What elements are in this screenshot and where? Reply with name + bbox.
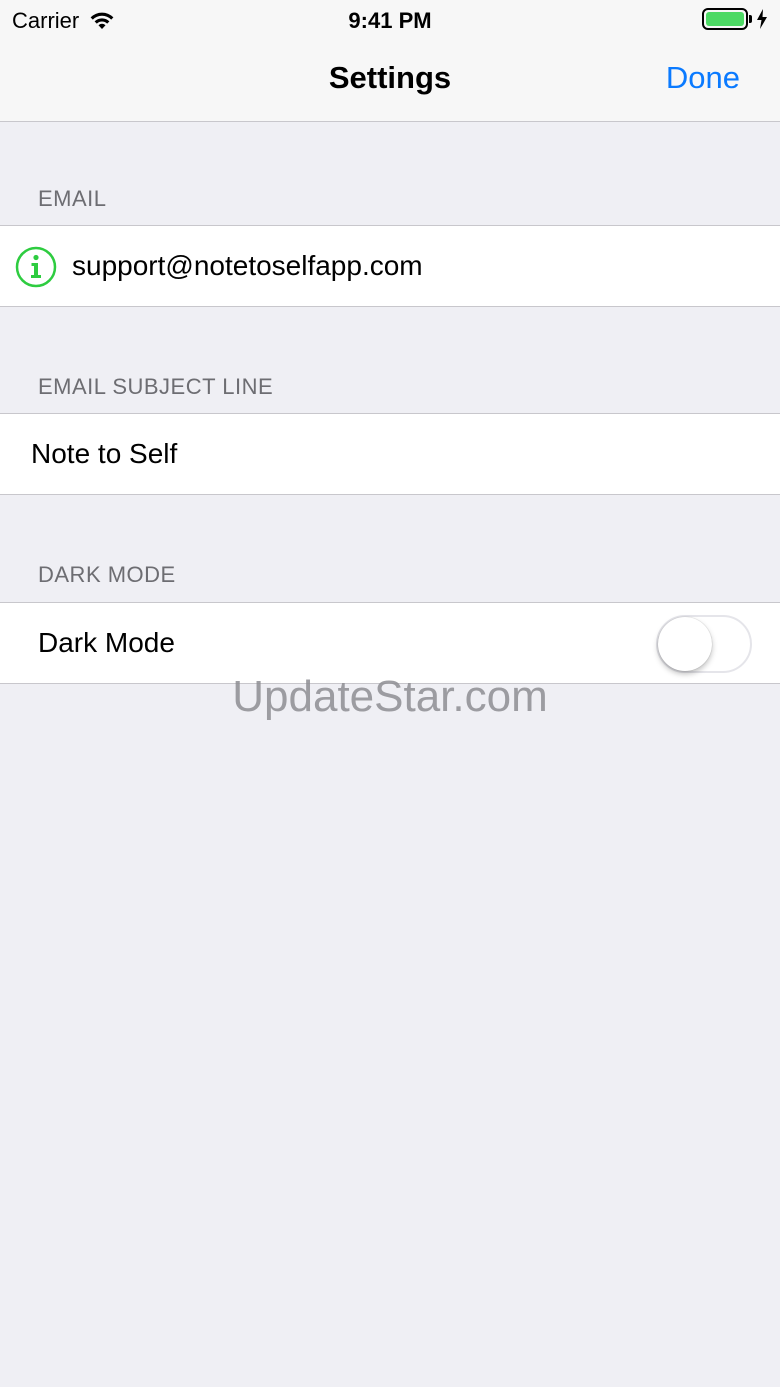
toggle-knob [658, 617, 712, 671]
dark-mode-section-header: DARK MODE [38, 562, 176, 587]
charging-bolt-icon [757, 9, 767, 29]
settings-screen: Carrier 9:41 PM Settings Done EMAIL supp… [0, 0, 780, 1387]
email-section-header: EMAIL [38, 186, 107, 211]
battery-icon [702, 8, 748, 30]
battery-indicator [702, 8, 768, 30]
done-button[interactable]: Done [666, 60, 740, 96]
subject-cell[interactable]: Note to Self [0, 413, 780, 495]
status-bar: Carrier 9:41 PM [0, 0, 780, 40]
status-time: 9:41 PM [348, 8, 432, 33]
subject-section-header: EMAIL SUBJECT LINE [38, 374, 274, 399]
page-title: Settings [328, 60, 452, 95]
navigation-bar: Settings Done [0, 40, 780, 122]
battery-cap [749, 15, 752, 23]
info-circle-icon[interactable] [15, 246, 57, 288]
subject-value[interactable]: Note to Self [31, 438, 177, 470]
dark-mode-label: Dark Mode [38, 627, 175, 658]
top-bar: Carrier 9:41 PM Settings Done [0, 0, 780, 122]
dark-mode-toggle[interactable] [656, 615, 752, 673]
email-value: support@notetoselfapp.com [72, 250, 423, 281]
email-cell[interactable]: support@notetoselfapp.com [0, 225, 780, 307]
watermark: UpdateStar.com [232, 672, 548, 721]
battery-level [706, 12, 744, 26]
